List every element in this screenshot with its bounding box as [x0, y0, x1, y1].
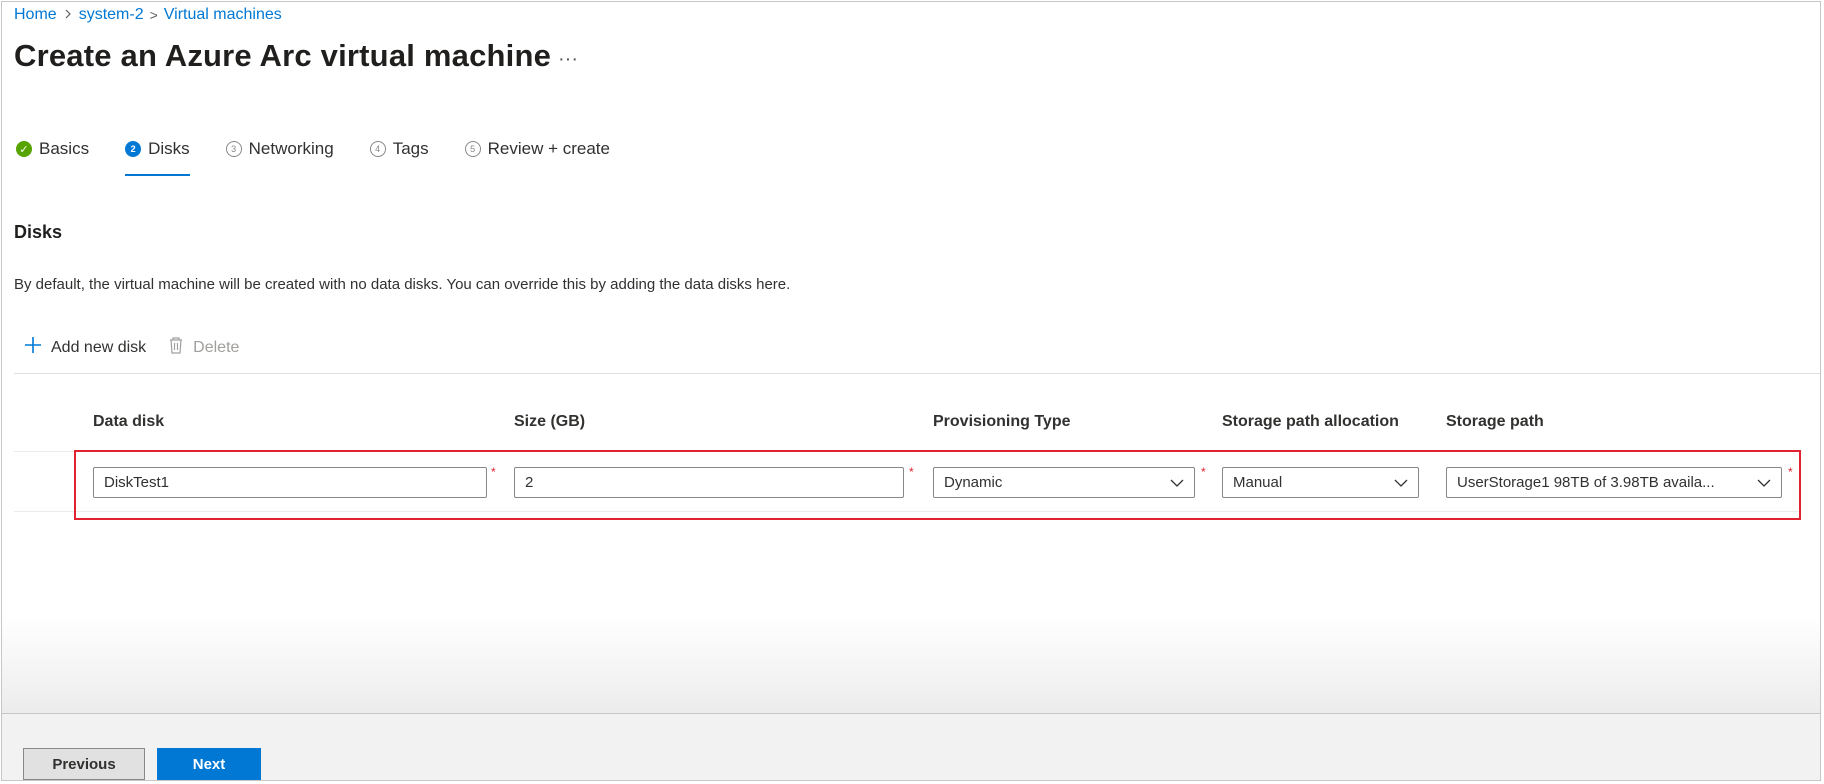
plus-icon — [24, 336, 42, 359]
trash-icon — [168, 336, 184, 359]
wizard-tabs: ✓ Basics 2 Disks 3 Networking 4 Tags 5 R… — [16, 136, 646, 176]
tab-networking[interactable]: 3 Networking — [225, 136, 334, 176]
app-frame: Home system-2 > Virtual machines Create … — [1, 1, 1821, 781]
tab-review-create[interactable]: 5 Review + create — [464, 136, 610, 176]
chevron-down-icon — [1394, 479, 1408, 487]
step-5-icon: 5 — [464, 141, 481, 157]
tab-tags-label: Tags — [392, 139, 429, 158]
tab-tags[interactable]: 4 Tags — [369, 136, 429, 176]
chevron-down-icon — [1757, 479, 1771, 487]
content-bottom-fade — [2, 617, 1820, 713]
storage-path-value: UserStorage1 98TB of 3.98TB availa... — [1457, 474, 1715, 491]
breadcrumb-separator: > — [149, 7, 158, 23]
add-new-disk-button[interactable]: Add new disk — [24, 336, 146, 359]
column-header-storage-path: Storage path — [1446, 413, 1544, 430]
data-disk-name-input[interactable]: DiskTest1 — [93, 467, 487, 498]
column-header-size: Size (GB) — [514, 413, 586, 430]
breadcrumb-home[interactable]: Home — [14, 6, 57, 24]
step-2-icon: 2 — [125, 141, 142, 157]
footer-bar — [2, 714, 1820, 780]
tab-basics-label: Basics — [39, 139, 90, 158]
tab-review-create-label: Review + create — [487, 139, 610, 158]
section-title: Disks — [14, 222, 63, 242]
previous-button[interactable]: Previous — [23, 748, 145, 780]
required-indicator: * — [1788, 465, 1793, 479]
step-4-icon: 4 — [369, 141, 386, 157]
checkmark-icon: ✓ — [16, 141, 32, 157]
tab-disks[interactable]: 2 Disks — [125, 136, 190, 176]
tab-basics[interactable]: ✓ Basics — [16, 136, 89, 176]
required-indicator: * — [491, 465, 496, 479]
column-header-provisioning-type: Provisioning Type — [933, 413, 1071, 430]
storage-path-allocation-select[interactable]: Manual — [1222, 467, 1419, 498]
required-indicator: * — [1201, 465, 1206, 479]
add-new-disk-label: Add new disk — [51, 338, 147, 356]
chevron-right-icon — [63, 7, 73, 23]
tab-networking-label: Networking — [248, 139, 334, 158]
breadcrumb: Home system-2 > Virtual machines — [14, 6, 282, 24]
storage-path-select[interactable]: UserStorage1 98TB of 3.98TB availa... — [1446, 467, 1782, 498]
step-3-icon: 3 — [225, 141, 242, 157]
tab-disks-label: Disks — [148, 139, 190, 158]
size-gb-input[interactable]: 2 — [514, 467, 904, 498]
chevron-down-icon — [1170, 479, 1184, 487]
required-indicator: * — [909, 465, 914, 479]
more-options-button[interactable]: ··· — [558, 48, 578, 71]
provisioning-type-value: Dynamic — [944, 474, 1003, 491]
column-header-data-disk: Data disk — [93, 413, 165, 430]
toolbar-divider — [14, 373, 1820, 374]
provisioning-type-select[interactable]: Dynamic — [933, 467, 1195, 498]
breadcrumb-system[interactable]: system-2 — [79, 6, 144, 24]
section-description: By default, the virtual machine will be … — [14, 276, 791, 293]
storage-path-allocation-value: Manual — [1233, 474, 1283, 491]
column-header-storage-path-allocation: Storage path allocation — [1222, 413, 1399, 430]
page-title: Create an Azure Arc virtual machine — [14, 38, 552, 73]
next-button[interactable]: Next — [157, 748, 261, 780]
data-disk-name-value: DiskTest1 — [104, 474, 170, 491]
breadcrumb-virtual-machines[interactable]: Virtual machines — [164, 6, 282, 24]
delete-button[interactable]: Delete — [168, 336, 239, 359]
delete-label: Delete — [193, 338, 240, 356]
size-gb-value: 2 — [525, 474, 534, 491]
disk-toolbar: Add new disk Delete — [24, 336, 239, 359]
